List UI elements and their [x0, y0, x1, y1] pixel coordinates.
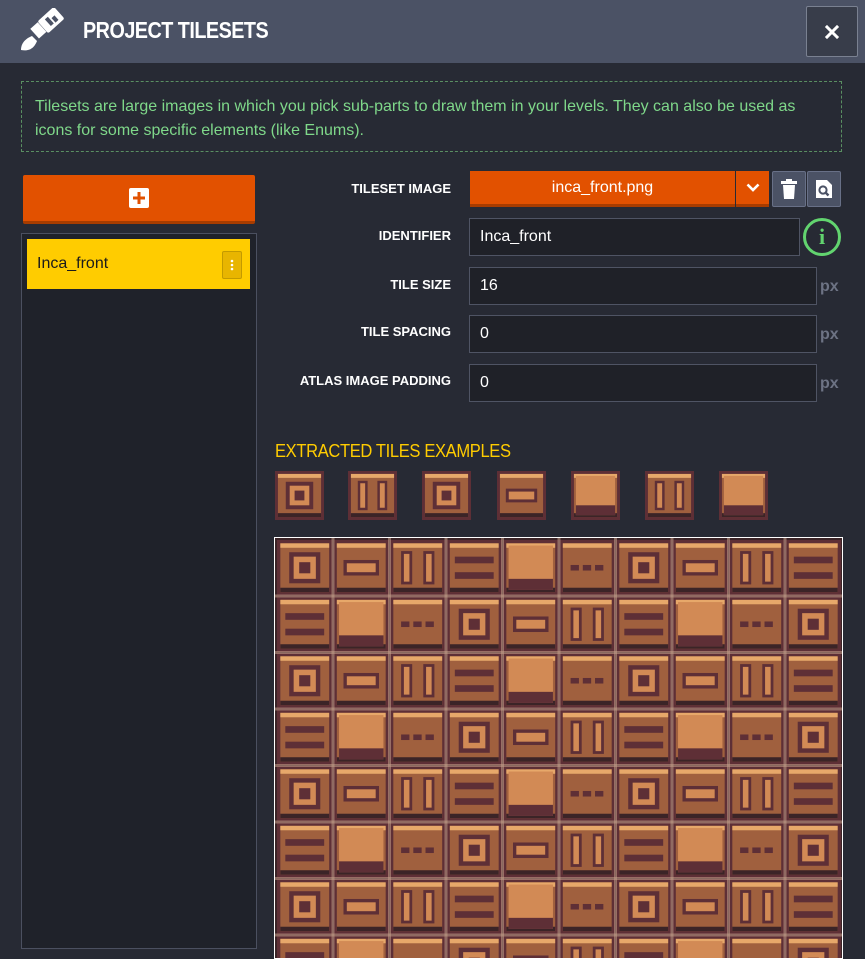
atlas-padding-label: ATLAS IMAGE PADDING: [299, 373, 451, 388]
add-tileset-button[interactable]: [23, 175, 255, 224]
paint-brush-icon: [21, 8, 64, 51]
extracted-tile-6: [645, 471, 694, 520]
plus-icon: [129, 188, 149, 208]
extracted-tile-3: [422, 471, 471, 520]
locate-image-button[interactable]: [807, 171, 841, 207]
extracted-tile-1: [275, 471, 324, 520]
identifier-input[interactable]: Inca_front: [469, 218, 800, 256]
close-icon: [825, 24, 839, 39]
tile-spacing-input[interactable]: 0: [469, 315, 817, 353]
identifier-label: IDENTIFIER: [378, 228, 451, 243]
search-file-icon: [816, 180, 832, 198]
extracted-tile-5: [571, 471, 620, 520]
chevron-down-icon: [746, 183, 759, 192]
tileset-list: Inca_front: [21, 233, 257, 949]
atlas-padding-unit: px: [820, 375, 839, 392]
tileset-atlas-image[interactable]: [274, 537, 843, 959]
tileset-atlas-canvas: [275, 538, 842, 958]
info-message: Tilesets are large images in which you p…: [21, 81, 842, 152]
tileset-image-select[interactable]: inca_front.png: [470, 171, 735, 207]
info-icon[interactable]: i: [803, 218, 841, 256]
trash-icon: [781, 179, 797, 199]
window-title: PROJECT TILESETS: [83, 17, 269, 43]
item-menu-button[interactable]: [222, 251, 242, 279]
atlas-padding-input[interactable]: 0: [469, 364, 817, 402]
extracted-tile-7: [719, 471, 768, 520]
more-vertical-icon: [230, 259, 234, 271]
tileset-item-label: Inca_front: [37, 255, 109, 272]
tile-spacing-label: TILE SPACING: [360, 324, 451, 339]
extracted-tiles-title: EXTRACTED TILES EXAMPLES: [275, 441, 511, 461]
delete-image-button[interactable]: [772, 171, 806, 207]
tile-size-input[interactable]: 16: [469, 267, 817, 305]
tile-spacing-unit: px: [820, 326, 839, 343]
tileset-image-label: TILESET IMAGE: [351, 181, 451, 196]
extracted-tile-2: [348, 471, 397, 520]
tileset-list-item-inca-front[interactable]: Inca_front: [27, 239, 250, 289]
extracted-tile-4: [497, 471, 546, 520]
title-bar: PROJECT TILESETS: [0, 0, 865, 63]
project-tilesets-window: PROJECT TILESETS Tilesets are large imag…: [0, 0, 865, 959]
tile-size-unit: px: [820, 278, 839, 295]
tileset-image-dropdown-button[interactable]: [736, 171, 769, 207]
close-button[interactable]: [806, 6, 858, 57]
tile-size-label: TILE SIZE: [390, 277, 451, 292]
